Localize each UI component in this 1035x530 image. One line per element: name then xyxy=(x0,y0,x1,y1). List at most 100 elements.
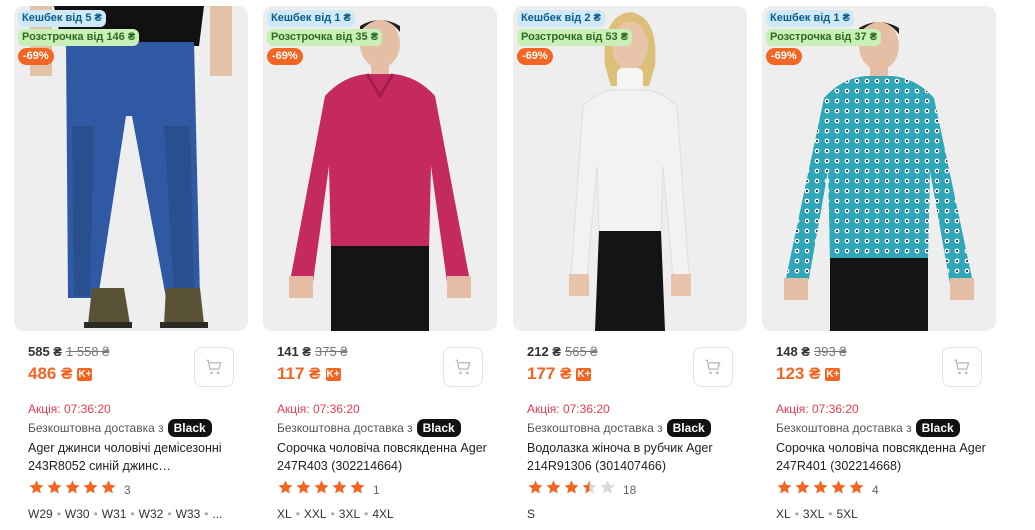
product-grid: Кешбек від 5 ₴ Розстрочка від 146 ₴ -69%… xyxy=(0,0,1035,530)
rating[interactable]: 18 xyxy=(527,479,636,501)
star-rating xyxy=(28,479,118,501)
k-plus-icon: K+ xyxy=(576,367,592,381)
add-to-cart-button[interactable] xyxy=(194,347,234,387)
product-card[interactable]: Кешбек від 2 ₴ Розстрочка від 53 ₴ -69% … xyxy=(513,6,747,530)
discount-badge: -69% xyxy=(267,48,303,65)
black-tag: Black xyxy=(666,419,711,437)
size-separator: • xyxy=(167,507,172,521)
black-tag: Black xyxy=(167,419,212,437)
badges: Кешбек від 1 ₴ Розстрочка від 35 ₴ -69% xyxy=(267,10,383,65)
product-title[interactable]: Сорочка чоловіча повсякденна Ager 247R40… xyxy=(776,439,991,475)
product-image[interactable]: Кешбек від 5 ₴ Розстрочка від 146 ₴ -69% xyxy=(14,6,248,331)
member-price: 141 ₴ xyxy=(277,344,311,359)
badges: Кешбек від 2 ₴ Розстрочка від 53 ₴ -69% xyxy=(517,10,633,65)
sale-price: 123 ₴ xyxy=(776,364,821,383)
review-count: 4 xyxy=(872,483,879,497)
cashback-badge: Кешбек від 2 ₴ xyxy=(517,10,605,27)
product-title[interactable]: Водолазка жіноча в рубчик Ager 214R91306… xyxy=(527,439,742,475)
member-price: 212 ₴ xyxy=(527,344,561,359)
black-tag: Black xyxy=(416,419,461,437)
original-price: 1 558 ₴ xyxy=(65,344,110,359)
star-icon xyxy=(101,480,116,494)
add-to-cart-button[interactable] xyxy=(443,347,483,387)
free-delivery: Безкоштовна доставка з Black xyxy=(527,419,711,437)
sale-price: 117 ₴ xyxy=(277,364,321,383)
member-price: 148 ₴ xyxy=(776,344,810,359)
rating[interactable]: 3 xyxy=(28,479,131,501)
installment-badge: Розстрочка від 37 ₴ xyxy=(766,29,882,46)
size-option[interactable]: W30 xyxy=(65,507,90,521)
star-icon xyxy=(582,480,597,494)
black-tag: Black xyxy=(915,419,960,437)
delivery-label: Безкоштовна доставка з xyxy=(527,421,663,435)
k-plus-icon: K+ xyxy=(825,367,841,381)
product-title[interactable]: Ager джинси чоловічі демісезонні 243R805… xyxy=(28,439,243,475)
product-card[interactable]: Кешбек від 1 ₴ Розстрочка від 37 ₴ -69% … xyxy=(762,6,996,530)
size-list: XL • 3XL • 5XL xyxy=(776,507,986,521)
cashback-badge: Кешбек від 1 ₴ xyxy=(267,10,355,27)
star-icon xyxy=(546,480,561,494)
product-title[interactable]: Сорочка чоловіча повсякденна Ager 247R40… xyxy=(277,439,492,475)
promo-timer: Акція: 07:36:20 xyxy=(776,402,859,416)
star-icon xyxy=(296,480,311,494)
star-icon xyxy=(314,480,329,494)
size-option[interactable]: XL xyxy=(776,507,791,521)
star-icon xyxy=(831,480,846,494)
size-list: W29 • W30 • W31 • W32 • W33 •... xyxy=(28,507,238,521)
product-image[interactable]: Кешбек від 2 ₴ Розстрочка від 53 ₴ -69% xyxy=(513,6,747,331)
size-option[interactable]: 4XL xyxy=(372,507,393,521)
review-count: 18 xyxy=(623,483,637,497)
review-count: 1 xyxy=(373,483,380,497)
sale-price: 177 ₴ xyxy=(527,364,572,383)
star-icon xyxy=(528,480,543,494)
size-option[interactable]: XXL xyxy=(304,507,327,521)
star-icon xyxy=(777,480,792,494)
delivery-label: Безкоштовна доставка з xyxy=(277,421,413,435)
size-option[interactable]: 5XL xyxy=(836,507,857,521)
sale-price: 486 ₴ xyxy=(28,364,73,383)
size-separator: • xyxy=(330,507,335,521)
size-option[interactable]: 3XL xyxy=(339,507,360,521)
size-list: S xyxy=(527,507,737,521)
star-rating xyxy=(527,479,617,501)
installment-badge: Розстрочка від 53 ₴ xyxy=(517,29,633,46)
review-count: 3 xyxy=(124,483,131,497)
star-icon xyxy=(849,480,864,494)
k-plus-icon: K+ xyxy=(77,367,93,381)
delivery-label: Безкоштовна доставка з xyxy=(776,421,912,435)
star-icon xyxy=(813,480,828,494)
add-to-cart-button[interactable] xyxy=(942,347,982,387)
star-icon xyxy=(278,480,293,494)
size-option[interactable]: W31 xyxy=(102,507,127,521)
rating[interactable]: 4 xyxy=(776,479,879,501)
k-plus-icon: K+ xyxy=(325,367,341,381)
delivery-label: Безкоштовна доставка з xyxy=(28,421,164,435)
product-image[interactable]: Кешбек від 1 ₴ Розстрочка від 35 ₴ -69% xyxy=(263,6,497,331)
discount-badge: -69% xyxy=(517,48,553,65)
product-image[interactable]: Кешбек від 1 ₴ Розстрочка від 37 ₴ -69% xyxy=(762,6,996,331)
cart-icon xyxy=(206,359,222,375)
product-card[interactable]: Кешбек від 1 ₴ Розстрочка від 35 ₴ -69% … xyxy=(263,6,497,530)
size-option[interactable]: ... xyxy=(212,507,222,521)
product-card[interactable]: Кешбек від 5 ₴ Розстрочка від 146 ₴ -69%… xyxy=(14,6,248,530)
size-option[interactable]: S xyxy=(527,507,535,521)
promo-timer: Акція: 07:36:20 xyxy=(527,402,610,416)
size-option[interactable]: 3XL xyxy=(803,507,824,521)
size-option[interactable]: W29 xyxy=(28,507,53,521)
size-separator: • xyxy=(794,507,799,521)
star-icon xyxy=(600,480,615,494)
free-delivery: Безкоштовна доставка з Black xyxy=(776,419,960,437)
size-option[interactable]: W33 xyxy=(176,507,201,521)
size-separator: • xyxy=(56,507,61,521)
rating[interactable]: 1 xyxy=(277,479,380,501)
star-icon xyxy=(332,480,347,494)
member-price: 585 ₴ xyxy=(28,344,62,359)
star-icon xyxy=(564,480,579,494)
installment-badge: Розстрочка від 146 ₴ xyxy=(18,29,140,46)
add-to-cart-button[interactable] xyxy=(693,347,733,387)
size-separator: • xyxy=(93,507,98,521)
size-option[interactable]: W32 xyxy=(139,507,164,521)
size-option[interactable]: XL xyxy=(277,507,292,521)
star-icon xyxy=(795,480,810,494)
size-separator: • xyxy=(364,507,369,521)
